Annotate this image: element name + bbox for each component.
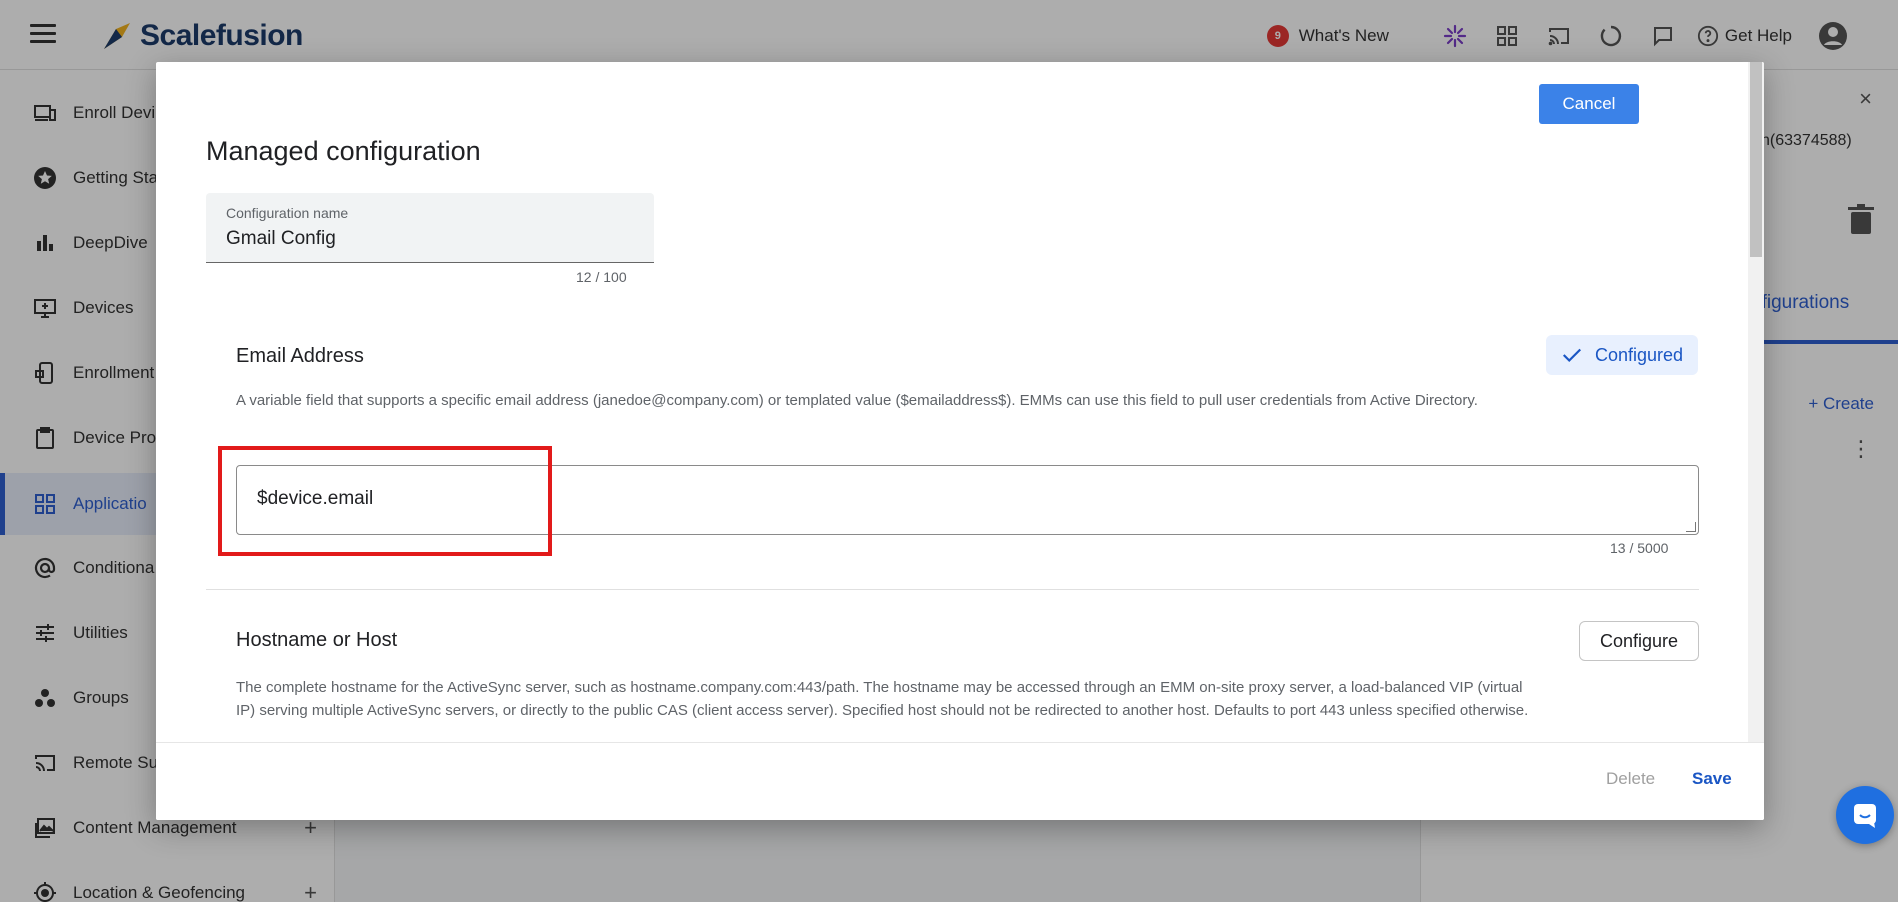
delete-button[interactable]: Delete <box>1606 769 1655 789</box>
hostname-description: The complete hostname for the ActiveSync… <box>236 679 1529 719</box>
managed-configuration-dialog: Cancel Managed configuration Configurati… <box>156 62 1764 820</box>
configuration-name-label: Configuration name <box>226 205 349 221</box>
highlight-box <box>218 446 552 556</box>
scrollbar-thumb[interactable] <box>1750 62 1762 257</box>
configured-button[interactable]: Configured <box>1546 335 1698 375</box>
section-divider <box>206 589 1699 590</box>
dialog-footer: Delete Save <box>156 742 1764 820</box>
email-address-counter: 13 / 5000 <box>1610 540 1669 556</box>
save-button[interactable]: Save <box>1692 769 1732 789</box>
email-address-title: Email Address <box>236 345 364 367</box>
configured-label: Configured <box>1594 344 1684 365</box>
check-icon <box>1562 348 1581 363</box>
chat-bubble-icon <box>1854 804 1876 828</box>
configuration-name-field[interactable]: Configuration name Gmail Config <box>206 193 654 263</box>
hostname-title: Hostname or Host <box>236 629 398 651</box>
support-chat-button[interactable] <box>1836 786 1894 844</box>
dialog-title: Managed configuration <box>206 136 481 166</box>
cancel-button[interactable]: Cancel <box>1539 84 1639 124</box>
email-address-description: A variable field that supports a specifi… <box>236 392 1478 409</box>
dialog-scrollbar[interactable] <box>1748 62 1764 742</box>
configuration-name-input[interactable]: Gmail Config <box>226 228 336 250</box>
configuration-name-counter: 12 / 100 <box>576 269 627 285</box>
resize-handle[interactable] <box>1686 522 1696 532</box>
dialog-body[interactable]: Cancel Managed configuration Configurati… <box>156 62 1748 742</box>
configure-hostname-button[interactable]: Configure <box>1579 621 1699 661</box>
